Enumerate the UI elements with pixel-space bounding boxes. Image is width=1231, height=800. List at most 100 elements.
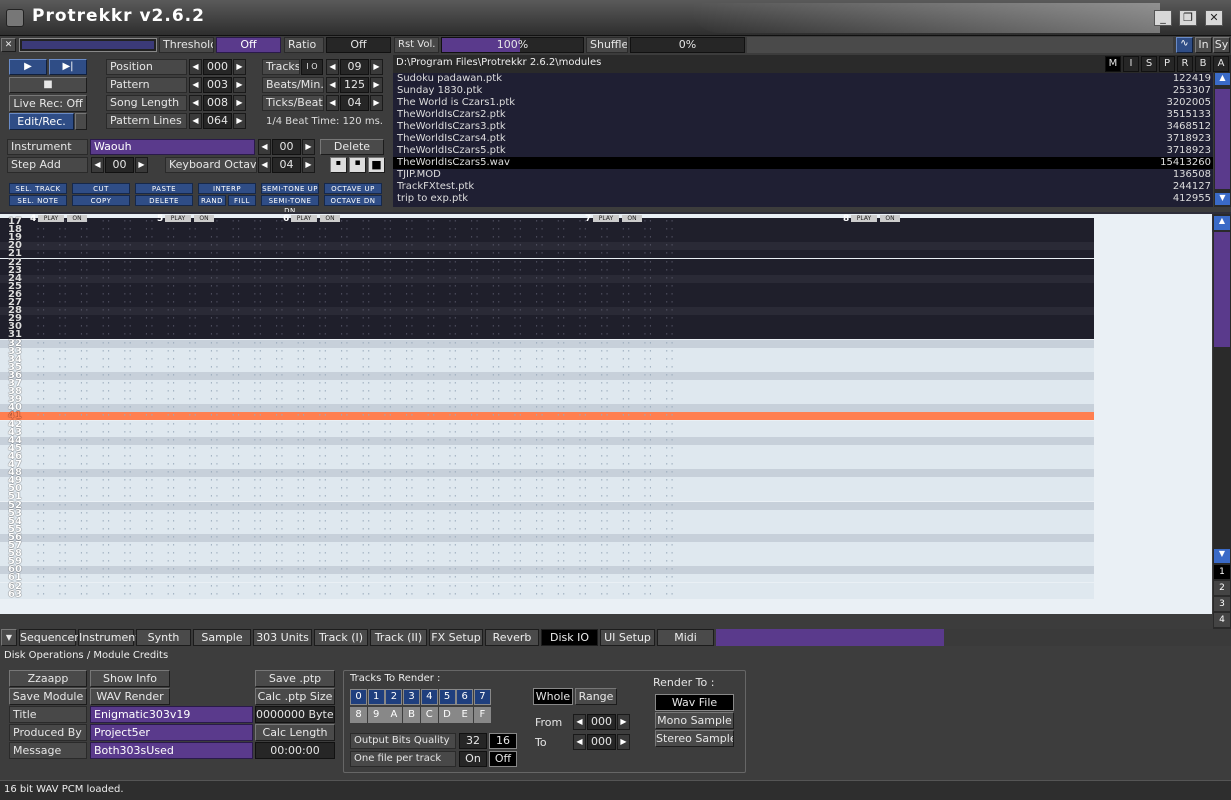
render-track-D-button[interactable]: D [438,707,456,723]
ticks-inc-icon[interactable]: ▶ [370,95,383,111]
page-number-button[interactable]: 4 [1214,613,1230,627]
to-inc-icon[interactable]: ▶ [617,734,630,750]
bits-16-button[interactable]: 16 [489,733,517,749]
close-icon[interactable]: ✕ [1,38,16,52]
track-on-button[interactable]: ON [622,215,642,222]
filter-a-button[interactable]: A [1213,56,1229,72]
filter-m-button[interactable]: M [1105,56,1121,72]
tab-collapse-icon[interactable]: ▼ [1,629,17,646]
tracks-inc-icon[interactable]: ▶ [370,59,383,75]
filter-p-button[interactable]: P [1159,56,1175,72]
filter-s-button[interactable]: S [1141,56,1157,72]
tab-disk-io[interactable]: Disk IO [541,629,598,646]
file-row[interactable]: Sunday 1830.ptk 253307 [393,85,1213,97]
render-track-9-button[interactable]: 9 [367,707,385,723]
cut-button[interactable]: CUT [72,183,130,194]
rand-button[interactable]: RAND [198,195,226,206]
track-on-button[interactable]: ON [880,215,900,222]
render-track-5-button[interactable]: 5 [438,689,456,705]
render-track-F-button[interactable]: F [473,707,491,723]
render-track-7-button[interactable]: 7 [473,689,491,705]
track-play-button[interactable]: PLAY [593,215,619,222]
song-length-inc-icon[interactable]: ▶ [233,95,246,111]
bits-32-button[interactable]: 32 [459,733,487,749]
octave-down-button[interactable]: OCTAVE DN [324,195,382,206]
play-song-icon[interactable]: ▶ [9,59,47,75]
tab-303-units[interactable]: 303 Units [253,629,312,646]
render-track-E-button[interactable]: E [456,707,474,723]
delete-button[interactable]: DELETE [135,195,193,206]
tab-reverb[interactable]: Reverb [485,629,539,646]
render-track-A-button[interactable]: A [385,707,403,723]
render-track-C-button[interactable]: C [420,707,438,723]
pattern-lines-inc-icon[interactable]: ▶ [233,113,246,129]
ratio-slider[interactable]: Off [326,37,391,53]
pattern-inc-icon[interactable]: ▶ [233,77,246,93]
pattern-editor[interactable]: ·· ·· ·· ·· ·· ·· ·· ·· ·· ·· ·· ·· ·· ·… [0,214,1212,614]
pattern-lines-dec-icon[interactable]: ◀ [189,113,202,129]
interp-button[interactable]: INTERP [198,183,256,194]
page-number-button[interactable]: 1 [1214,565,1230,579]
medium-block-icon[interactable]: ▪ [349,157,366,173]
maximize-icon[interactable]: ❐ [1179,10,1197,26]
step-add-inc-icon[interactable]: ▶ [135,157,148,173]
whole-button[interactable]: Whole [533,688,573,705]
track-on-button[interactable]: ON [194,215,214,222]
scroll-thumb[interactable] [1215,89,1230,189]
pattern-scroll-down-icon[interactable]: ▼ [1214,549,1230,563]
track-play-button[interactable]: PLAY [851,215,877,222]
small-block-icon[interactable]: ▪ [330,157,347,173]
waveform-icon[interactable]: ∿ [1176,37,1193,53]
render-track-2-button[interactable]: 2 [385,689,403,705]
file-row[interactable]: TheWorldIsCzars4.ptk 3718923 [393,133,1213,145]
tab-track-ii-[interactable]: Track (II) [370,629,427,646]
message-field[interactable]: Both303sUsed [90,742,253,759]
render-track-1-button[interactable]: 1 [367,689,385,705]
position-dec-icon[interactable]: ◀ [189,59,202,75]
file-row[interactable]: TJIP.MOD 136508 [393,169,1213,181]
tracks-dec-icon[interactable]: ◀ [326,59,339,75]
file-row[interactable]: TheWorldIsCzars5.wav 15413260 [393,157,1213,169]
threshold-slider[interactable]: Off [216,37,281,53]
position-inc-icon[interactable]: ▶ [233,59,246,75]
edit-rec-toggle[interactable] [75,113,87,130]
render-track-4-button[interactable]: 4 [420,689,438,705]
calc-length-button[interactable]: Calc Length [255,724,335,741]
save-module-button[interactable]: Save Module [9,688,87,705]
step-add-dec-icon[interactable]: ◀ [91,157,104,173]
stereo-sample-button[interactable]: Stereo Sample [655,730,734,747]
track-on-button[interactable]: ON [67,215,87,222]
mono-sample-button[interactable]: Mono Sample [655,712,734,729]
render-track-8-button[interactable]: 8 [350,707,367,723]
track-on-button[interactable]: ON [320,215,340,222]
instrument-inc-icon[interactable]: ▶ [302,139,315,155]
tab-ui-setup[interactable]: UI Setup [600,629,655,646]
file-row[interactable]: TheWorldIsCzars3.ptk 3468512 [393,121,1213,133]
save-ptp-button[interactable]: Save .ptp [255,670,335,687]
calc-ptp-size-button[interactable]: Calc .ptp Size [255,688,335,705]
title-field[interactable]: Enigmatic303v19 [90,706,253,723]
semitone-down-button[interactable]: SEMI-TONE DN [261,195,319,215]
produced-by-field[interactable]: Project5er [90,724,253,741]
ticks-dec-icon[interactable]: ◀ [326,95,339,111]
filter-b-button[interactable]: B [1195,56,1211,72]
tab-sequencer[interactable]: Sequencer [19,629,79,646]
octave-inc-icon[interactable]: ▶ [302,157,315,173]
pattern-scroll-thumb[interactable] [1214,232,1230,347]
wav-render-button[interactable]: WAV Render [90,688,170,705]
live-rec-button[interactable]: Live Rec: Off [9,95,87,112]
edit-rec-button[interactable]: Edit/Rec. [9,113,74,130]
zzaapp-button[interactable]: Zzaapp [9,670,87,687]
minimize-icon[interactable]: _ [1154,10,1172,26]
one-file-on-button[interactable]: On [459,751,487,767]
instrument-dec-icon[interactable]: ◀ [258,139,271,155]
shuffle-slider[interactable]: 0% [630,37,745,53]
in-button[interactable]: In [1195,37,1212,53]
page-number-button[interactable]: 2 [1214,581,1230,595]
range-button[interactable]: Range [575,688,617,705]
file-row[interactable]: TheWorldIsCzars2.ptk 3515133 [393,109,1213,121]
sel-note-button[interactable]: SEL. NOTE [9,195,67,206]
render-track-B-button[interactable]: B [403,707,421,723]
file-scrollbar[interactable]: ▲ ▼ [1214,73,1231,207]
song-length-dec-icon[interactable]: ◀ [189,95,202,111]
